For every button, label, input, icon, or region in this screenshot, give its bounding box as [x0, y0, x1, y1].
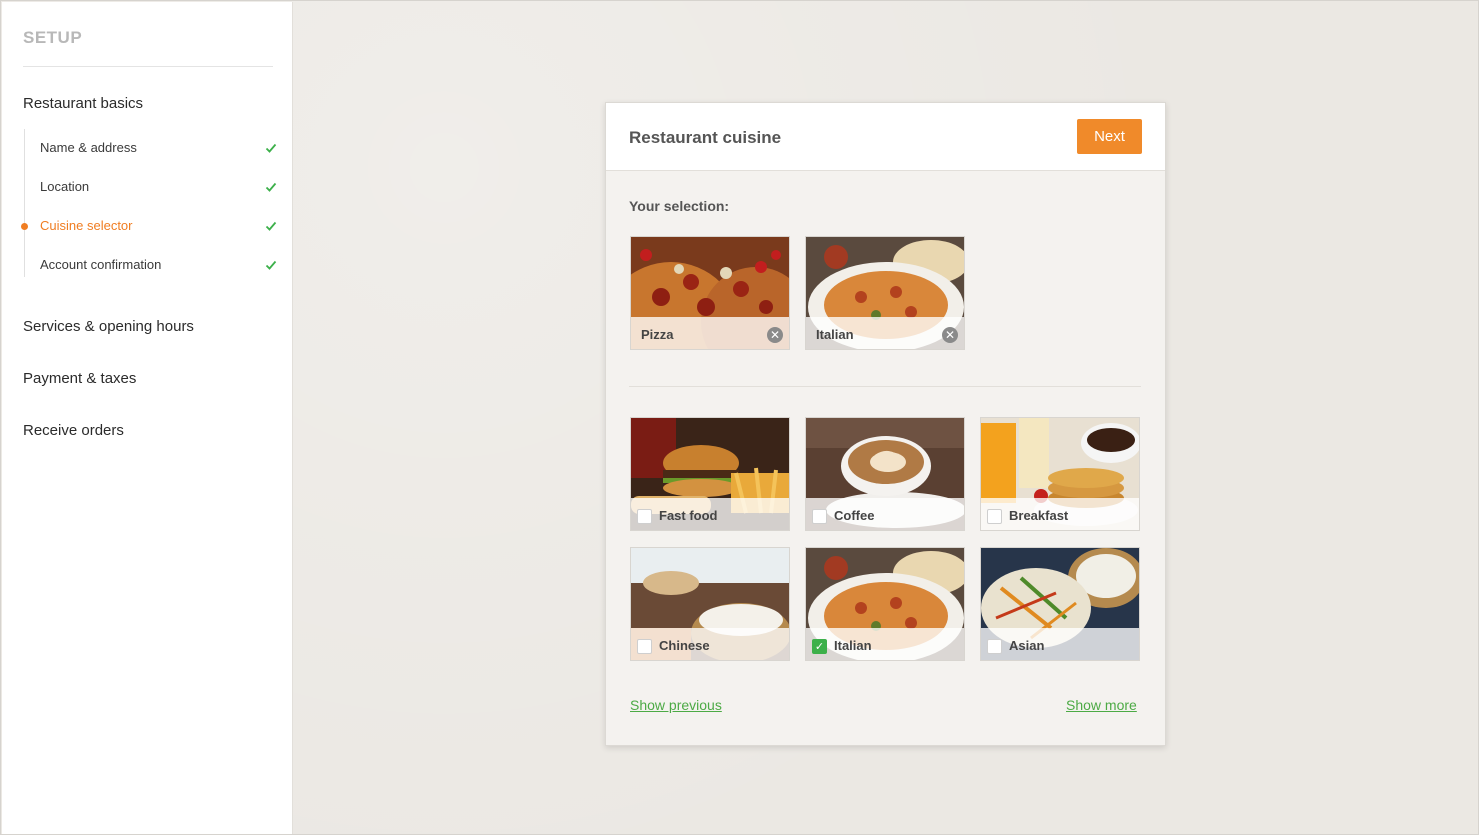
option-checkbox[interactable] [812, 509, 827, 524]
section-payment[interactable]: Payment & taxes [23, 370, 136, 387]
card-header: Restaurant cuisine Next [606, 103, 1165, 171]
step-label: Account confirmation [40, 257, 162, 272]
section-divider [629, 386, 1141, 387]
remove-icon[interactable]: ✕ [767, 327, 783, 343]
card-title: Restaurant cuisine [629, 128, 782, 147]
tile-label: Italian [816, 327, 854, 342]
check-icon [265, 182, 277, 192]
option-checkbox[interactable] [637, 639, 652, 654]
option-tile-coffee[interactable]: Coffee [805, 417, 965, 531]
tile-label: Pizza [641, 327, 674, 342]
tile-label: Italian [834, 638, 872, 653]
option-tile-fast-food[interactable]: Fast food [630, 417, 790, 531]
tile-label: Chinese [659, 638, 710, 653]
option-checkbox-checked[interactable]: ✓ [812, 639, 827, 654]
section-restaurant-basics[interactable]: Restaurant basics [23, 95, 143, 112]
option-tile-italian[interactable]: ✓ Italian [805, 547, 965, 661]
tile-label: Breakfast [1009, 508, 1069, 523]
option-checkbox[interactable] [987, 509, 1002, 524]
tile-label: Fast food [659, 508, 718, 523]
cuisine-card: Restaurant cuisine Next Your selection: … [605, 102, 1166, 746]
sidebar-divider [23, 66, 273, 67]
selected-tile-italian[interactable]: Italian ✕ [805, 236, 965, 350]
show-previous-link[interactable]: Show previous [630, 697, 722, 713]
section-services[interactable]: Services & opening hours [23, 318, 194, 335]
sidebar-title: SETUP [23, 28, 83, 47]
check-icon [265, 143, 277, 153]
step-list: Name & address Location Cuisine selector… [21, 129, 277, 277]
selection-label: Your selection: [629, 198, 730, 214]
option-tile-asian[interactable]: Asian [980, 547, 1140, 661]
step-name-address[interactable]: Name & address [40, 140, 277, 160]
tile-label: Coffee [834, 508, 875, 523]
selected-tile-pizza[interactable]: Pizza ✕ [630, 236, 790, 350]
step-label: Name & address [40, 140, 137, 155]
app-frame: SETUP Restaurant basics Name & address L… [0, 0, 1479, 835]
check-icon [265, 221, 277, 231]
active-step-dot [21, 223, 28, 230]
step-account-confirmation[interactable]: Account confirmation [40, 257, 277, 277]
section-orders[interactable]: Receive orders [23, 422, 124, 439]
option-tile-chinese[interactable]: Chinese [630, 547, 790, 661]
remove-icon[interactable]: ✕ [942, 327, 958, 343]
step-location[interactable]: Location [40, 179, 277, 199]
step-cuisine-selector[interactable]: Cuisine selector [40, 218, 277, 238]
next-button[interactable]: Next [1077, 119, 1142, 154]
option-checkbox[interactable] [637, 509, 652, 524]
show-more-link[interactable]: Show more [1066, 697, 1137, 713]
option-checkbox[interactable] [987, 639, 1002, 654]
tile-label: Asian [1009, 638, 1045, 653]
step-label: Cuisine selector [40, 218, 133, 233]
setup-sidebar: SETUP Restaurant basics Name & address L… [2, 2, 293, 834]
option-tile-breakfast[interactable]: Breakfast [980, 417, 1140, 531]
check-icon [265, 260, 277, 270]
step-label: Location [40, 179, 90, 194]
